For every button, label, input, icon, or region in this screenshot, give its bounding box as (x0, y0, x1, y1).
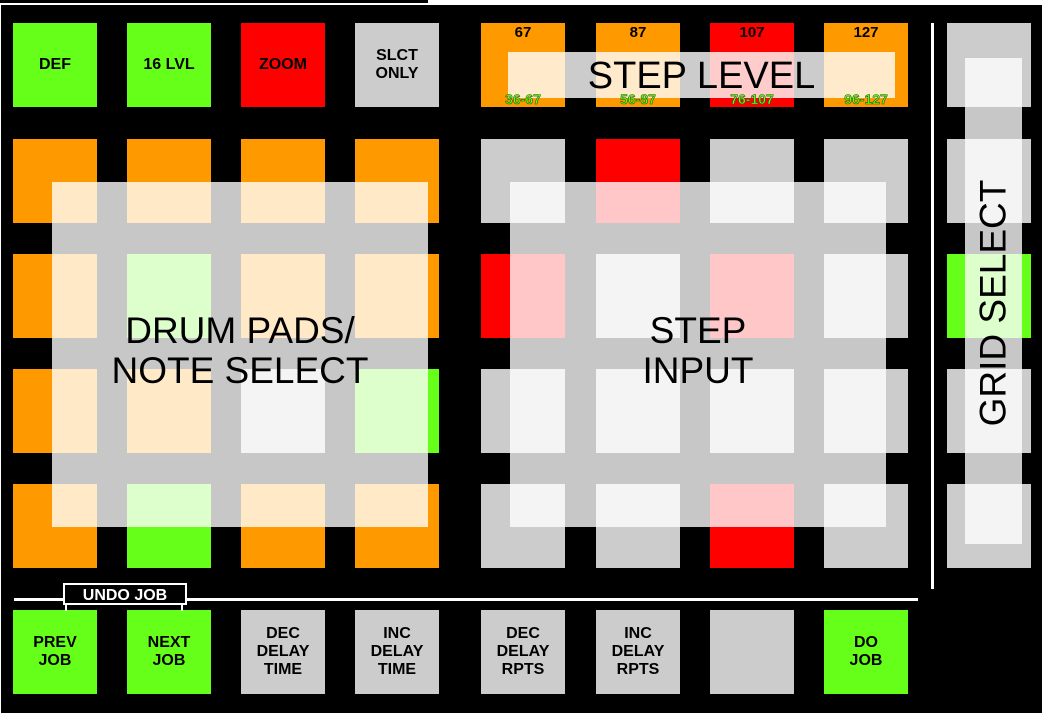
controller-frame: DEF 16 LVL ZOOM SLCT ONLY PREV JOB NEXT … (1, 5, 1042, 713)
vertical-divider (931, 23, 934, 589)
blank-button[interactable] (710, 610, 794, 694)
step-level-value: 107 (739, 24, 765, 41)
zoom-button[interactable]: ZOOM (241, 23, 325, 107)
dec-delay-time-button[interactable]: DEC DELAY TIME (241, 610, 325, 694)
next-job-button[interactable]: NEXT JOB (127, 610, 211, 694)
step-level-value: 87 (629, 24, 647, 41)
step-level-range: 96-127 (844, 91, 888, 107)
step-level-range: 56-87 (620, 91, 656, 107)
def-button[interactable]: DEF (13, 23, 97, 107)
step-input-label: STEP INPUT (642, 310, 754, 391)
slct-only-button[interactable]: SLCT ONLY (355, 23, 439, 107)
dec-delay-rpts-button[interactable]: DEC DELAY RPTS (481, 610, 565, 694)
grid-select-label: GRID SELECT (972, 179, 1014, 427)
do-job-button[interactable]: DO JOB (824, 610, 908, 694)
inc-delay-rpts-button[interactable]: INC DELAY RPTS (596, 610, 680, 694)
inc-delay-time-button[interactable]: INC DELAY TIME (355, 610, 439, 694)
step-level-value: 127 (853, 24, 879, 41)
undo-job-label: UNDO JOB (63, 583, 187, 605)
prev-job-button[interactable]: PREV JOB (13, 610, 97, 694)
step-level-range: 76-107 (730, 91, 774, 107)
step-level-range: 36-67 (505, 91, 541, 107)
drum-pads-label: DRUM PADS/ NOTE SELECT (111, 310, 369, 391)
top-border-line (0, 0, 428, 3)
16-lvl-button[interactable]: 16 LVL (127, 23, 211, 107)
controller-layout-diagram: DEF 16 LVL ZOOM SLCT ONLY PREV JOB NEXT … (0, 0, 1042, 713)
step-level-value: 67 (514, 24, 532, 41)
